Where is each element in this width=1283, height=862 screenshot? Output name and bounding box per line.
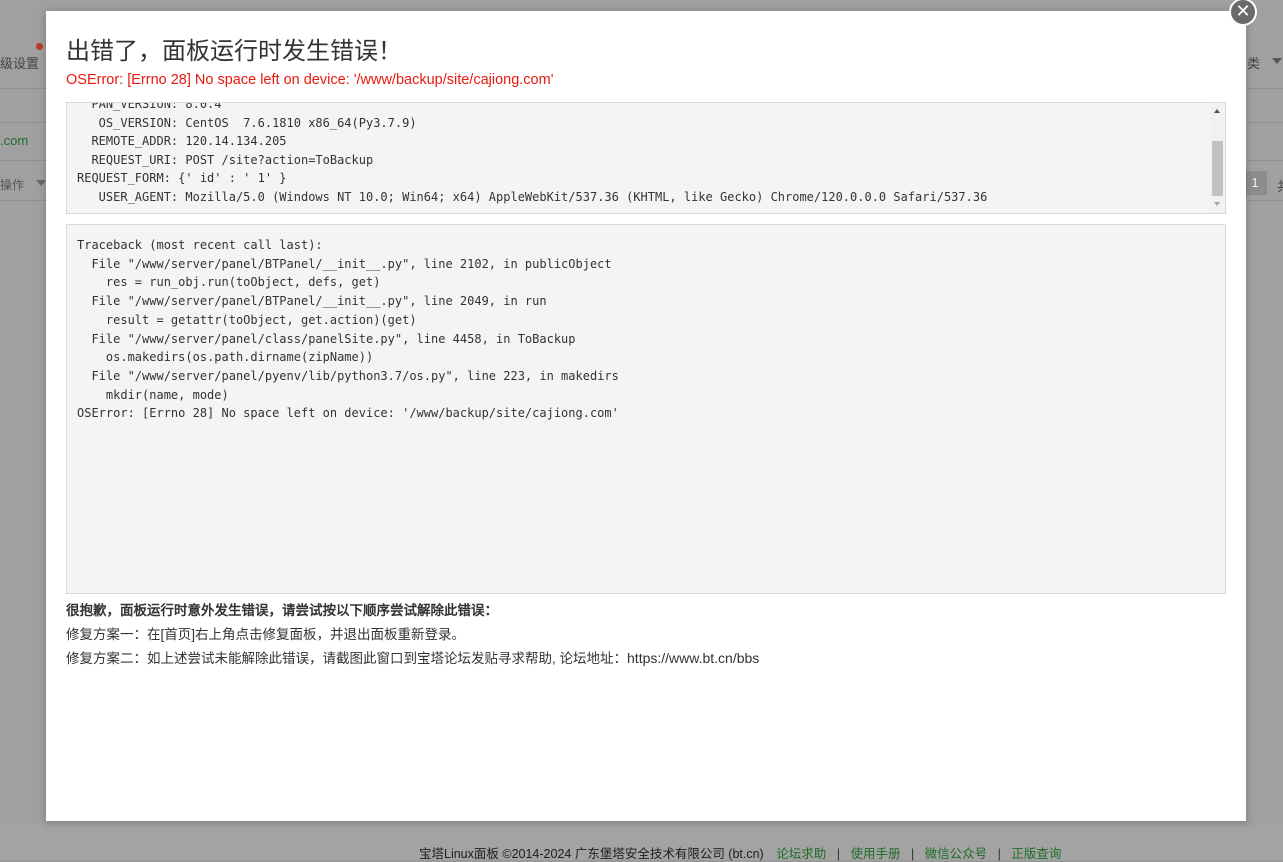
env-line: USER_AGENT: Mozilla/5.0 (Windows NT 10.0… — [77, 189, 988, 204]
footer-separator: | — [997, 847, 1001, 861]
error-message: OSError: [Errno 28] No space left on dev… — [66, 72, 554, 88]
scroll-down-arrow-icon[interactable] — [1214, 202, 1220, 206]
pager-current-page[interactable]: 1 — [1243, 171, 1267, 195]
footer-content: 宝塔Linux面板 ©2014-2024 广东堡塔安全技术有限公司 (bt.cn… — [419, 843, 1061, 862]
fix-option-two: 修复方案二：如上述尝试未能解除此错误，请截图此窗口到宝塔论坛发贴寻求帮助, 论坛… — [66, 647, 759, 667]
traceback-line: OSError: [Errno 28] No space left on dev… — [77, 406, 619, 421]
chevron-down-icon — [1272, 58, 1282, 64]
notification-dot — [36, 43, 43, 50]
fix-option-one: 修复方案一：在[首页]右上角点击修复面板，并退出面板重新登录。 — [66, 627, 466, 642]
fix-option-two-text: 修复方案二：如上述尝试未能解除此错误，请截图此窗口到宝塔论坛发贴寻求帮助, 论坛… — [66, 651, 628, 666]
environment-info-text: PAN_VERSION: 8.0.4 OS_VERSION: CentOS 7.… — [77, 102, 988, 207]
advanced-settings-button[interactable]: 级设置 — [0, 53, 39, 72]
env-line: REQUEST_URI: POST /site?action=ToBackup — [77, 152, 374, 167]
traceback-line: File "/www/server/panel/pyenv/lib/python… — [77, 368, 619, 383]
env-line: PAN_VERSION: 8.0.4 — [77, 102, 222, 111]
footer-link-wechat[interactable]: 微信公众号 — [925, 847, 988, 861]
site-domain-link[interactable]: .com — [0, 133, 28, 148]
traceback-line: mkdir(name, mode) — [77, 387, 229, 402]
footer-link-license-check[interactable]: 正版查询 — [1011, 847, 1061, 861]
footer-separator: | — [836, 847, 840, 861]
traceback-line: File "/www/server/panel/class/panelSite.… — [77, 331, 576, 346]
footer-link-forum-help[interactable]: 论坛求助 — [776, 847, 826, 861]
traceback-box[interactable]: Traceback (most recent call last): File … — [66, 224, 1226, 594]
traceback-line: File "/www/server/panel/BTPanel/__init__… — [77, 256, 612, 271]
vertical-scrollbar[interactable] — [1210, 103, 1225, 213]
forum-url: https://www.bt.cn/bbs — [627, 650, 760, 666]
env-line: REQUEST_FORM: {' id' : ' 1' } — [77, 171, 287, 186]
help-title: 很抱歉，面板运行时意外发生错误，请尝试按以下顺序尝试解除此错误： — [66, 603, 498, 618]
category-label[interactable]: 类 — [1247, 53, 1260, 72]
scrollbar-thumb[interactable] — [1212, 141, 1223, 196]
chevron-down-icon — [36, 180, 46, 186]
footer-separator: | — [910, 847, 915, 861]
env-line: OS_VERSION: CentOS 7.6.1810 x86_64(Py3.7… — [77, 115, 417, 130]
traceback-line: File "/www/server/panel/BTPanel/__init__… — [77, 294, 547, 309]
error-dialog: 出错了，面板运行时发生错误！ OSError: [Errno 28] No sp… — [46, 11, 1246, 821]
batch-action-select[interactable]: 操作 — [0, 176, 24, 193]
footer-link-manual[interactable]: 使用手册 — [850, 847, 900, 861]
dialog-title: 出错了，面板运行时发生错误！ — [66, 38, 402, 65]
traceback-text: Traceback (most recent call last): File … — [77, 236, 619, 423]
pager-total-label: 共 — [1277, 176, 1283, 195]
scroll-up-arrow-icon[interactable] — [1214, 109, 1220, 113]
traceback-line: res = run_obj.run(toObject, defs, get) — [77, 275, 381, 290]
env-line: REMOTE_ADDR: 120.14.134.205 — [77, 134, 287, 149]
traceback-line: result = getattr(toObject, get.action)(g… — [77, 312, 417, 327]
environment-info-box[interactable]: PAN_VERSION: 8.0.4 OS_VERSION: CentOS 7.… — [66, 102, 1226, 214]
traceback-line: os.makedirs(os.path.dirname(zipName)) — [77, 350, 374, 365]
traceback-line: Traceback (most recent call last): — [77, 238, 323, 252]
footer-copyright: 宝塔Linux面板 ©2014-2024 广东堡塔安全技术有限公司 (bt.cn… — [419, 847, 764, 861]
page-footer: 宝塔Linux面板 ©2014-2024 广东堡塔安全技术有限公司 (bt.cn… — [0, 825, 1283, 862]
